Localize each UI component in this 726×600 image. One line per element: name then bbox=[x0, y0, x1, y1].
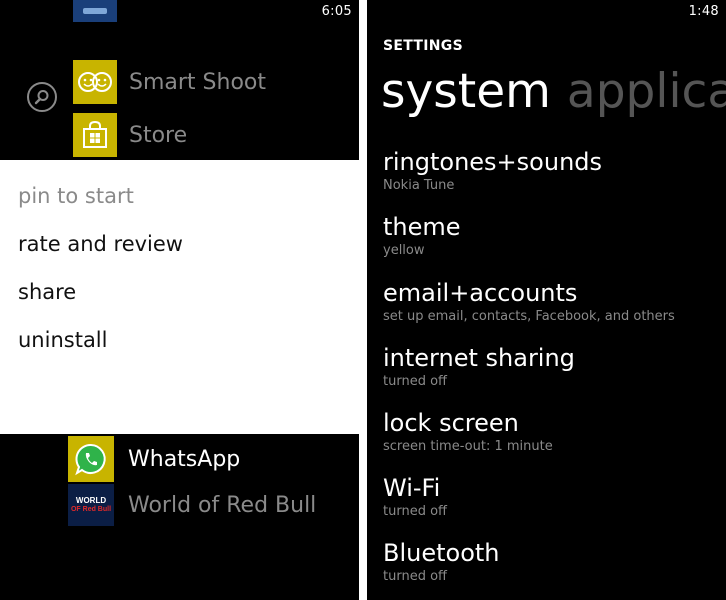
cloud-icon bbox=[73, 0, 117, 22]
setting-theme[interactable]: theme yellow bbox=[383, 212, 723, 259]
setting-subtitle: yellow bbox=[383, 243, 425, 258]
right-phone-screen: 1:48 SETTINGS system applica ringtones+so… bbox=[367, 0, 726, 600]
setting-lock-screen[interactable]: lock screen screen time-out: 1 minute bbox=[383, 408, 723, 455]
menu-item-uninstall[interactable]: uninstall bbox=[18, 328, 107, 352]
app-list-item-store[interactable]: Store bbox=[73, 113, 353, 157]
setting-internet-sharing[interactable]: internet sharing turned off bbox=[383, 343, 723, 390]
setting-title: email+accounts bbox=[383, 279, 578, 307]
status-time: 1:48 bbox=[688, 4, 719, 19]
app-list-item-smart-shoot[interactable]: Smart Shoot bbox=[73, 60, 353, 104]
search-icon bbox=[34, 90, 49, 105]
setting-ringtones-sounds[interactable]: ringtones+sounds Nokia Tune bbox=[383, 147, 723, 194]
setting-subtitle: Nokia Tune bbox=[383, 178, 455, 193]
setting-wifi[interactable]: Wi-Fi turned off bbox=[383, 473, 723, 520]
context-menu: pin to start rate and review share unins… bbox=[0, 160, 359, 434]
setting-title: theme bbox=[383, 213, 461, 241]
logo-text: WORLD bbox=[75, 496, 107, 505]
left-phone-screen: 6:05 Smart Shoot Store pin to start rate… bbox=[0, 0, 359, 600]
menu-item-pin-to-start: pin to start bbox=[18, 184, 134, 208]
pivot-tab-system[interactable]: system bbox=[381, 64, 551, 119]
setting-title: lock screen bbox=[383, 409, 519, 437]
pivot-header: system applica bbox=[381, 64, 726, 120]
setting-title: ringtones+sounds bbox=[383, 148, 603, 176]
page-title: SETTINGS bbox=[383, 38, 463, 54]
app-name: World of Red Bull bbox=[128, 492, 317, 518]
setting-title: internet sharing bbox=[383, 344, 575, 372]
app-name: WhatsApp bbox=[128, 446, 241, 472]
setting-subtitle: screen time-out: 1 minute bbox=[383, 439, 553, 454]
setting-subtitle: set up email, contacts, Facebook, and ot… bbox=[383, 309, 675, 324]
menu-item-share[interactable]: share bbox=[18, 280, 76, 304]
setting-subtitle: turned off bbox=[383, 374, 447, 389]
setting-email-accounts[interactable]: email+accounts set up email, contacts, F… bbox=[383, 278, 723, 325]
setting-subtitle: turned off bbox=[383, 504, 447, 519]
setting-subtitle: turned off bbox=[383, 569, 447, 584]
red-bull-logo-icon: WORLD OF Red Bull bbox=[68, 484, 114, 526]
setting-bluetooth[interactable]: Bluetooth turned off bbox=[383, 538, 723, 585]
menu-item-rate-and-review[interactable]: rate and review bbox=[18, 232, 183, 256]
store-bag-icon bbox=[73, 113, 117, 157]
smiley-faces-icon bbox=[73, 60, 117, 104]
app-list-item-whatsapp[interactable]: WhatsApp bbox=[68, 436, 358, 482]
app-list-item-skydrive[interactable] bbox=[73, 0, 353, 22]
setting-title: Bluetooth bbox=[383, 539, 500, 567]
pivot-tab-applications[interactable]: applica bbox=[567, 64, 726, 119]
app-name: Store bbox=[129, 122, 188, 148]
app-list-item-world-of-red-bull[interactable]: WORLD OF Red Bull World of Red Bull bbox=[68, 483, 358, 527]
app-name: Smart Shoot bbox=[129, 69, 266, 95]
search-button[interactable] bbox=[27, 82, 57, 112]
logo-text: OF Red Bull bbox=[70, 506, 112, 513]
whatsapp-icon bbox=[68, 436, 114, 482]
setting-title: Wi-Fi bbox=[383, 474, 441, 502]
